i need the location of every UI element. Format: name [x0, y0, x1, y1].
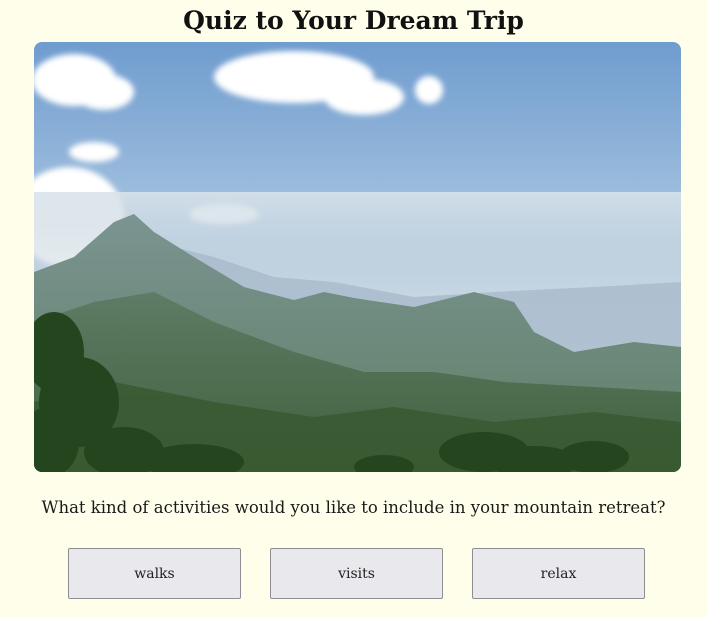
quiz-question: What kind of activities would you like t…: [41, 498, 666, 517]
option-relax-button[interactable]: relax: [472, 548, 645, 599]
option-walks-button[interactable]: walks: [68, 548, 241, 599]
quiz-title: Quiz to Your Dream Trip: [183, 6, 524, 35]
option-visits-button[interactable]: visits: [270, 548, 443, 599]
mountain-photo: [34, 42, 681, 472]
mountain-landscape-image: [34, 42, 681, 472]
